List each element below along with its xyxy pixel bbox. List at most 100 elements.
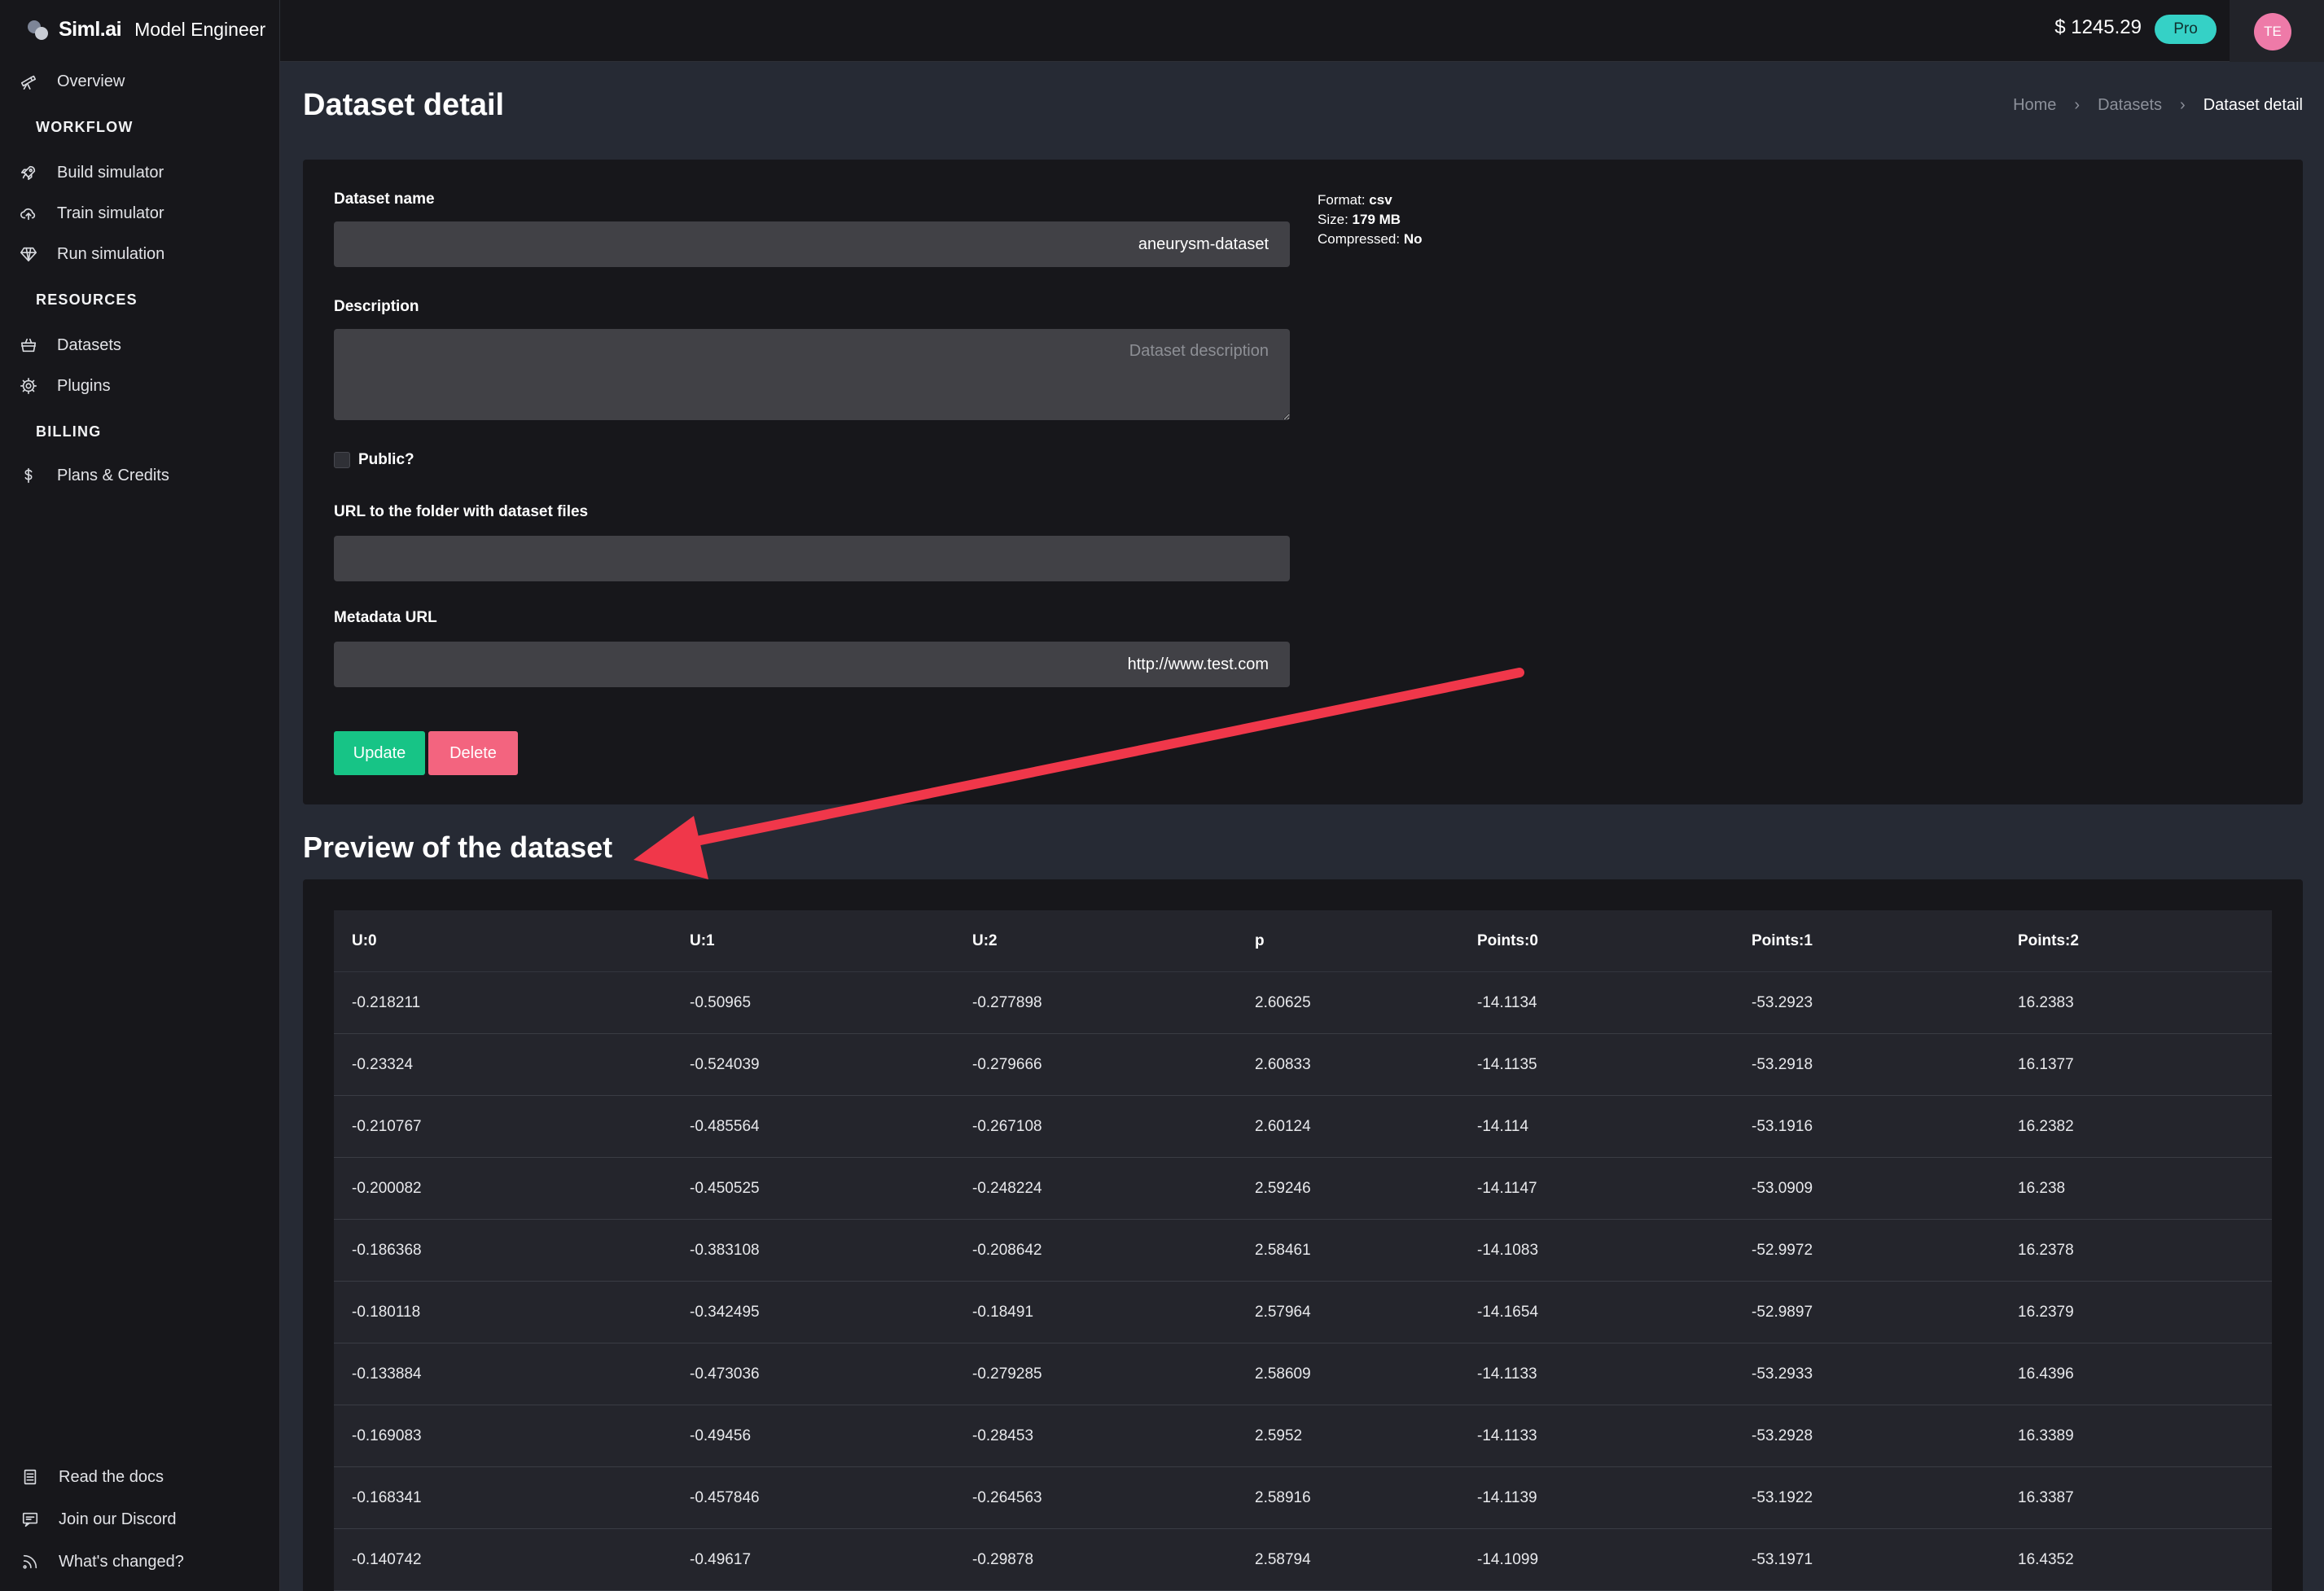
telescope-icon [18, 71, 39, 92]
table-cell: -0.133884 [352, 1365, 422, 1383]
rocket-icon [18, 162, 39, 183]
table-cell: 2.60625 [1255, 993, 1311, 1011]
avatar[interactable]: TE [2254, 13, 2291, 50]
table-row: -0.218211 -0.50965 -0.277898 2.60625 -14.113… [334, 972, 2272, 1034]
table-cell: 2.58916 [1255, 1488, 1311, 1506]
table-cell: 2.58794 [1255, 1550, 1311, 1568]
table-cell: -0.524039 [690, 1055, 760, 1073]
section-heading-resources: RESOURCES [36, 291, 138, 308]
table-cell: -0.186368 [352, 1241, 422, 1259]
brand-logo[interactable]: Siml.ai Model Engineer [28, 15, 265, 44]
table-cell: 16.3387 [2018, 1488, 2074, 1506]
chevron-right-icon: › [2074, 96, 2081, 114]
table-cell: -0.279666 [972, 1055, 1042, 1073]
dataset-meta: Format: csv Size: 179 MB Compressed: No [1318, 191, 1423, 249]
breadcrumb-datasets[interactable]: Datasets [2098, 96, 2162, 115]
table-cell: 2.58461 [1255, 1241, 1311, 1259]
table-cell: 2.60124 [1255, 1117, 1311, 1135]
table-cell: -0.267108 [972, 1117, 1042, 1135]
sidebar-item-label: Train simulator [57, 204, 164, 222]
table-cell: -0.208642 [972, 1241, 1042, 1259]
table-cell: -0.200082 [352, 1179, 422, 1197]
table-row: -0.23324 -0.524039 -0.279666 2.60833 -14.113… [334, 1034, 2272, 1096]
public-checkbox-row[interactable]: Public? [334, 451, 414, 469]
delete-button[interactable]: Delete [428, 731, 518, 775]
sidebar-item-discord[interactable]: Join our Discord [20, 1503, 264, 1536]
sidebar-item-whats-changed[interactable]: What's changed? [20, 1545, 264, 1578]
meta-size: Size: 179 MB [1318, 212, 1401, 227]
plan-badge[interactable]: Pro [2155, 15, 2217, 44]
table-cell: -14.1133 [1477, 1365, 1537, 1383]
table-cell: 16.2379 [2018, 1303, 2074, 1321]
breadcrumb: Home › Datasets › Dataset detail [2013, 96, 2303, 115]
update-button[interactable]: Update [334, 731, 425, 775]
table-cell: -0.450525 [690, 1179, 760, 1197]
sidebar-item-read-docs[interactable]: Read the docs [20, 1461, 264, 1493]
column-header: U:2 [972, 931, 998, 949]
column-header: p [1255, 931, 1265, 949]
table-cell: -14.1135 [1477, 1055, 1537, 1073]
dollar-icon [18, 465, 39, 486]
table-cell: -14.1133 [1477, 1427, 1537, 1444]
table-cell: -14.1654 [1477, 1303, 1539, 1321]
table-row: -0.200082 -0.450525 -0.248224 2.59246 -14.11… [334, 1158, 2272, 1220]
breadcrumb-current: Dataset detail [2203, 96, 2303, 114]
table-cell: -53.2918 [1752, 1055, 1813, 1073]
avatar-zone: TE [2230, 0, 2324, 62]
credit-balance: $ 1245.29 [2054, 16, 2142, 38]
rss-icon [20, 1551, 41, 1572]
table-cell: -0.49456 [690, 1427, 752, 1444]
sidebar-item-plans-credits[interactable]: Plans & Credits [18, 459, 262, 492]
brand-subtitle: Model Engineer [134, 18, 266, 40]
table-header: U:0 U:1 U:2 p Points:0 Points:1 Points:2 [334, 910, 2272, 972]
table-cell: 16.238 [2018, 1179, 2066, 1197]
column-header: Points:1 [1752, 931, 1813, 949]
section-heading-billing: BILLING [36, 423, 102, 440]
public-checkbox-label: Public? [358, 451, 414, 468]
column-header: Points:0 [1477, 931, 1538, 949]
description-textarea[interactable] [334, 329, 1290, 420]
sidebar-item-label: Plans & Credits [57, 466, 169, 484]
table-cell: -14.1099 [1477, 1550, 1539, 1568]
folder-url-input[interactable] [334, 536, 1290, 581]
public-checkbox[interactable] [334, 452, 350, 468]
table-cell: -0.23324 [352, 1055, 414, 1073]
metadata-url-input[interactable] [334, 642, 1290, 687]
sidebar-item-build-simulator[interactable]: Build simulator [18, 156, 262, 189]
table-cell: -52.9897 [1752, 1303, 1813, 1321]
siml-logo-icon [28, 19, 49, 40]
sidebar-item-label: Build simulator [57, 163, 164, 182]
table-row: -0.169083 -0.49456 -0.28453 2.5952 -14.1133 -… [334, 1405, 2272, 1467]
table-cell: -0.18491 [972, 1303, 1034, 1321]
document-icon [20, 1466, 41, 1488]
table-cell: -0.457846 [690, 1488, 760, 1506]
preview-title: Preview of the dataset [303, 831, 613, 864]
table-cell: 16.2378 [2018, 1241, 2074, 1259]
sidebar-item-datasets[interactable]: Datasets [18, 329, 262, 362]
sidebar-item-plugins[interactable]: Plugins [18, 370, 262, 402]
meta-compressed: Compressed: No [1318, 231, 1423, 247]
table-cell: -0.180118 [352, 1303, 421, 1321]
sidebar-item-run-simulation[interactable]: Run simulation [18, 238, 262, 270]
table-cell: 2.60833 [1255, 1055, 1311, 1073]
table-cell: -14.1147 [1477, 1179, 1537, 1197]
table-row: -0.133884 -0.473036 -0.279285 2.58609 -14.11… [334, 1343, 2272, 1405]
table-cell: 2.57964 [1255, 1303, 1311, 1321]
sidebar-item-label: What's changed? [59, 1552, 184, 1571]
sidebar-item-label: Read the docs [59, 1467, 164, 1486]
table-cell: -0.279285 [972, 1365, 1042, 1383]
dataset-name-input[interactable] [334, 221, 1290, 267]
table-row: -0.180118 -0.342495 -0.18491 2.57964 -14.165… [334, 1282, 2272, 1343]
table-cell: 16.3389 [2018, 1427, 2074, 1444]
sidebar-item-overview[interactable]: Overview [18, 65, 262, 98]
sidebar-item-label: Join our Discord [59, 1510, 177, 1528]
breadcrumb-home[interactable]: Home [2013, 96, 2056, 115]
table-cell: -0.218211 [352, 993, 421, 1011]
table-cell: -53.2923 [1752, 993, 1813, 1011]
dataset-name-label: Dataset name [334, 191, 435, 208]
sidebar-item-train-simulator[interactable]: Train simulator [18, 197, 262, 230]
table-cell: 2.59246 [1255, 1179, 1311, 1197]
meta-format: Format: csv [1318, 192, 1392, 208]
table-body: -0.218211 -0.50965 -0.277898 2.60625 -14.113… [334, 972, 2272, 1591]
table-cell: -0.485564 [690, 1117, 760, 1135]
